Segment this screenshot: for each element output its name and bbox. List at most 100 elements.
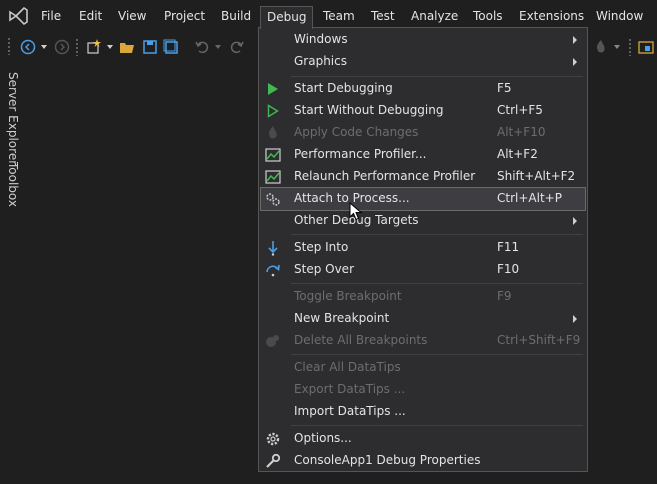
redo-icon[interactable] xyxy=(229,39,245,55)
back-icon[interactable] xyxy=(20,39,36,55)
wrench-icon xyxy=(265,453,281,469)
gear-icon xyxy=(265,431,281,447)
menu-separator xyxy=(291,234,583,235)
menu-item-label: Performance Profiler... xyxy=(294,147,427,161)
menu-window[interactable]: Window xyxy=(596,6,643,26)
menu-item-label: Toggle Breakpoint xyxy=(294,289,402,303)
menu-item-shortcut: Shift+Alt+F2 xyxy=(497,169,576,183)
hot-reload-icon[interactable] xyxy=(593,39,609,55)
menu-item-label: Windows xyxy=(294,32,348,46)
menu-item-label: Step Over xyxy=(294,262,354,276)
left-tool-tabs: Server Explorer Toolbox xyxy=(0,60,26,484)
visual-studio-logo-icon[interactable] xyxy=(7,5,29,27)
open-folder-icon[interactable] xyxy=(119,39,135,55)
save-all-icon[interactable] xyxy=(163,39,179,55)
delete-breakpoints-icon xyxy=(265,333,281,349)
menu-item-label: ConsoleApp1 Debug Properties xyxy=(294,453,481,467)
menu-project[interactable]: Project xyxy=(164,6,205,26)
menu-item-shortcut: Alt+F2 xyxy=(497,147,538,161)
menu-item-label: Apply Code Changes xyxy=(294,125,419,139)
menu-item-windows[interactable]: Windows xyxy=(261,29,585,51)
menu-file[interactable]: File xyxy=(41,6,61,26)
submenu-arrow-icon xyxy=(573,315,577,323)
menu-item-export-datatips: Export DataTips ... xyxy=(261,379,585,401)
menu-item-label: Step Into xyxy=(294,240,349,254)
solution-explorer-icon[interactable] xyxy=(638,39,654,55)
menu-view[interactable]: View xyxy=(118,6,146,26)
menu-item-label: Options... xyxy=(294,431,352,445)
menu-item-options[interactable]: Options... xyxy=(261,428,585,450)
menu-item-other-debug-targets[interactable]: Other Debug Targets xyxy=(261,210,585,232)
menu-test[interactable]: Test xyxy=(371,6,395,26)
menu-item-label: New Breakpoint xyxy=(294,311,390,325)
play-outline-icon xyxy=(265,103,281,119)
tab-server-explorer[interactable]: Server Explorer xyxy=(6,72,20,165)
mouse-cursor-icon xyxy=(349,202,363,221)
toolbar-grip[interactable] xyxy=(75,38,79,56)
menu-separator xyxy=(291,425,583,426)
submenu-arrow-icon xyxy=(573,36,577,44)
menu-item-shortcut: F11 xyxy=(497,240,520,254)
menu-team[interactable]: Team xyxy=(323,6,355,26)
menu-item-apply-code-changes: Apply Code Changes Alt+F10 xyxy=(261,122,585,144)
menu-item-clear-all-datatips: Clear All DataTips xyxy=(261,357,585,379)
menu-item-label: Start Without Debugging xyxy=(294,103,444,117)
menu-item-shortcut: F10 xyxy=(497,262,520,276)
menu-item-shortcut: Ctrl+Shift+F9 xyxy=(497,333,581,347)
menu-item-start-without-debugging[interactable]: Start Without Debugging Ctrl+F5 xyxy=(261,100,585,122)
menu-edit[interactable]: Edit xyxy=(79,6,102,26)
gears-icon xyxy=(265,191,281,207)
menu-item-debug-properties[interactable]: ConsoleApp1 Debug Properties xyxy=(261,450,585,472)
menu-item-label: Clear All DataTips xyxy=(294,360,401,374)
menu-item-graphics[interactable]: Graphics xyxy=(261,51,585,73)
step-into-icon xyxy=(265,240,281,256)
menu-item-label: Relaunch Performance Profiler xyxy=(294,169,476,183)
menu-item-label: Delete All Breakpoints xyxy=(294,333,428,347)
menu-item-relaunch-performance-profiler[interactable]: Relaunch Performance Profiler Shift+Alt+… xyxy=(261,166,585,188)
new-project-icon[interactable] xyxy=(86,39,102,55)
menu-item-shortcut: F9 xyxy=(497,289,512,303)
toolbar-grip[interactable] xyxy=(7,37,11,55)
menu-analyze[interactable]: Analyze xyxy=(411,6,458,26)
menu-item-new-breakpoint[interactable]: New Breakpoint xyxy=(261,308,585,330)
submenu-arrow-icon xyxy=(573,217,577,225)
menu-item-shortcut: Alt+F10 xyxy=(497,125,546,139)
forward-icon[interactable] xyxy=(54,39,70,55)
menu-item-label: Import DataTips ... xyxy=(294,404,406,418)
undo-icon[interactable] xyxy=(194,39,210,55)
menu-item-shortcut: Ctrl+F5 xyxy=(497,103,543,117)
new-project-dropdown-icon[interactable] xyxy=(106,43,114,51)
menu-item-toggle-breakpoint: Toggle Breakpoint F9 xyxy=(261,286,585,308)
tab-toolbox[interactable]: Toolbox xyxy=(6,162,20,207)
menu-build[interactable]: Build xyxy=(221,6,251,26)
menu-item-delete-all-breakpoints: Delete All Breakpoints Ctrl+Shift+F9 xyxy=(261,330,585,352)
menu-item-start-debugging[interactable]: Start Debugging F5 xyxy=(261,78,585,100)
menu-item-shortcut: Ctrl+Alt+P xyxy=(497,191,562,205)
hot-reload-dropdown-icon[interactable] xyxy=(613,43,621,51)
menu-item-label: Graphics xyxy=(294,54,347,68)
menu-separator xyxy=(291,76,583,77)
step-over-icon xyxy=(265,262,281,278)
back-dropdown-icon[interactable] xyxy=(40,43,48,51)
submenu-arrow-icon xyxy=(573,58,577,66)
menu-item-import-datatips[interactable]: Import DataTips ... xyxy=(261,401,585,423)
menu-extensions[interactable]: Extensions xyxy=(519,6,584,26)
save-icon[interactable] xyxy=(142,39,158,55)
menu-item-label: Export DataTips ... xyxy=(294,382,406,396)
undo-dropdown-icon[interactable] xyxy=(214,43,222,51)
menu-item-performance-profiler[interactable]: Performance Profiler... Alt+F2 xyxy=(261,144,585,166)
menu-separator xyxy=(291,354,583,355)
play-filled-icon xyxy=(265,81,281,97)
menu-item-attach-to-process[interactable]: Attach to Process... Ctrl+Alt+P xyxy=(260,187,586,211)
toolbar-grip[interactable] xyxy=(628,38,632,56)
menu-debug[interactable]: Debug xyxy=(260,6,314,29)
menu-item-shortcut: F5 xyxy=(497,81,512,95)
menu-item-step-into[interactable]: Step Into F11 xyxy=(261,237,585,259)
menu-item-label: Start Debugging xyxy=(294,81,393,95)
profiler-icon xyxy=(265,147,281,163)
menu-item-step-over[interactable]: Step Over F10 xyxy=(261,259,585,281)
menu-separator xyxy=(291,283,583,284)
debug-menu-dropdown: Windows Graphics Start Debugging F5 Star… xyxy=(258,27,588,472)
hot-reload-icon xyxy=(265,125,281,141)
menu-tools[interactable]: Tools xyxy=(473,6,503,26)
